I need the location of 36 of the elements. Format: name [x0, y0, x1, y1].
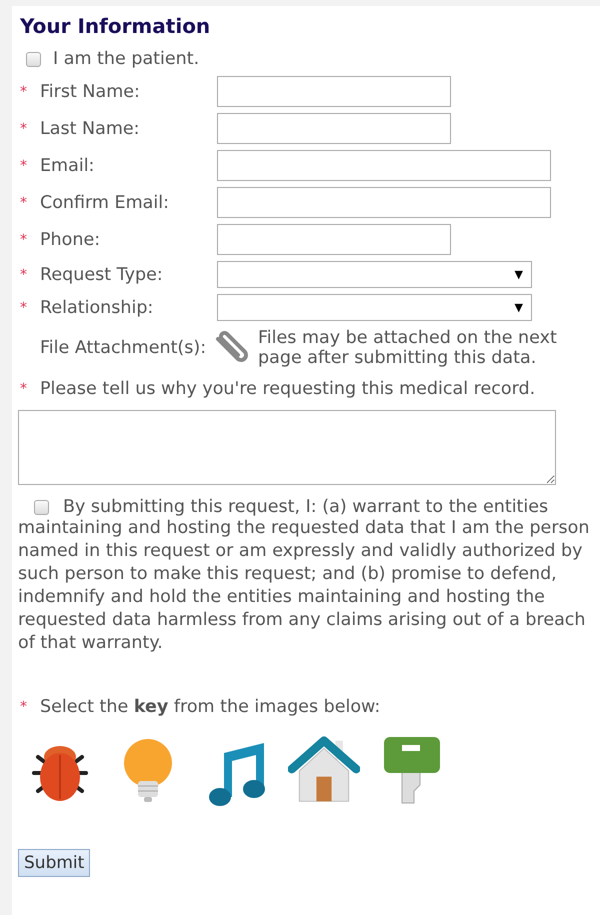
field-label: Relationship:	[40, 298, 154, 318]
required-mark: *	[19, 84, 28, 100]
dropdown[interactable]: ▼	[217, 261, 532, 288]
field-label: Request Type:	[40, 264, 164, 284]
required-mark: *	[19, 158, 28, 174]
checkbox-label: I am the patient.	[53, 49, 200, 69]
required-mark: *	[19, 266, 28, 282]
required-mark: *	[19, 300, 28, 316]
consent-text: By submitting this request, I: (a) warrant to the entities	[63, 497, 548, 517]
field-label: Confirm Email:	[40, 192, 170, 212]
required-mark: *	[19, 194, 28, 210]
input-field[interactable]	[217, 113, 451, 144]
field-label: First Name:	[40, 82, 141, 102]
patient-checkbox[interactable]	[26, 52, 41, 66]
attachment-note: Files may be attached on the next page after submitting this data.	[258, 328, 558, 368]
input-field[interactable]	[217, 76, 451, 107]
captcha-label: Select the key from the images below:	[40, 697, 380, 717]
field-label: Last Name:	[40, 118, 141, 138]
required-mark: *	[19, 381, 28, 397]
paperclip-icon	[214, 331, 250, 365]
consent-checkbox[interactable]	[34, 500, 49, 514]
section-title: Your Information	[20, 15, 212, 37]
reason-label: Please tell us why you're requesting this medical record.	[40, 379, 536, 399]
reason-field[interactable]	[18, 410, 556, 485]
submit-button[interactable]: Submit	[18, 849, 90, 877]
attachment-label: File Attachment(s):	[40, 338, 208, 358]
field-label: Phone:	[40, 230, 102, 250]
field-label: Email:	[40, 156, 96, 176]
required-mark: *	[19, 699, 28, 715]
consent-text: maintaining and hosting the requested data that I am the person named in this request or am expressly and validly authorized by such person to make this request; and (b) promise to defend, indemnify and hold the entities maintaining and hosting the requested data harmless from any claims arising out of a breach of that warranty.	[18, 517, 590, 655]
required-mark: *	[19, 232, 28, 248]
input-field[interactable]	[217, 224, 451, 255]
dropdown[interactable]: ▼	[217, 294, 532, 321]
input-field[interactable]	[217, 187, 551, 218]
input-field[interactable]	[217, 150, 551, 181]
required-mark: *	[19, 120, 28, 136]
